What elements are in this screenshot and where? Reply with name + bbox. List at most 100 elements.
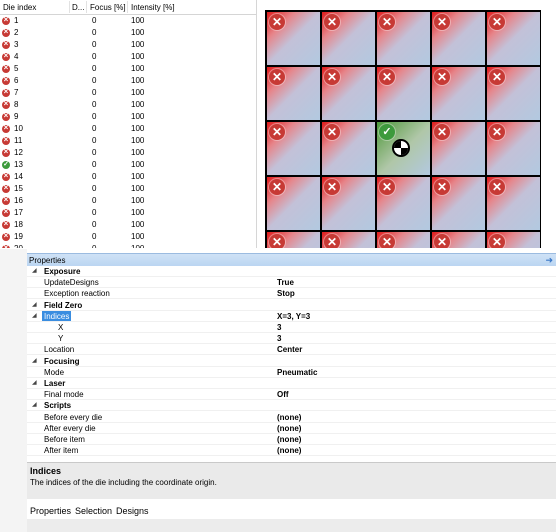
die-cell[interactable]: ✕: [377, 12, 430, 65]
table-row[interactable]: 2 0 100: [0, 27, 256, 39]
die-cell[interactable]: ✕: [267, 122, 320, 175]
die-cell[interactable]: ✕: [322, 232, 375, 248]
table-row[interactable]: 1 0 100: [0, 15, 256, 27]
die-cell[interactable]: ✕: [377, 67, 430, 120]
intensity-cell: 100: [131, 52, 145, 61]
property-value[interactable]: (none): [277, 424, 301, 433]
die-cell[interactable]: ✕: [322, 177, 375, 230]
expand-arrow-icon[interactable]: ◢: [32, 379, 37, 386]
die-cell[interactable]: ✕: [267, 177, 320, 230]
property-row[interactable]: X3: [27, 322, 556, 333]
property-value[interactable]: (none): [277, 435, 301, 444]
property-row[interactable]: Before every die (none): [27, 412, 556, 423]
property-value[interactable]: Pneumatic: [277, 368, 317, 377]
table-row[interactable]: 11 0 100: [0, 135, 256, 147]
property-category[interactable]: ◢ Field Zero: [27, 300, 556, 311]
table-row[interactable]: 6 0 100: [0, 75, 256, 87]
table-row[interactable]: 12 0 100: [0, 147, 256, 159]
property-category[interactable]: ◢ Scripts: [27, 400, 556, 412]
die-index-table[interactable]: Die index D... Focus [%] Intensity [%] 1…: [0, 0, 257, 248]
table-row[interactable]: 3 0 100: [0, 39, 256, 51]
die-cell[interactable]: ✕: [267, 12, 320, 65]
coordinate-origin-icon: [392, 139, 410, 157]
table-row[interactable]: 13 0 100: [0, 159, 256, 171]
die-cell[interactable]: ✕: [432, 232, 485, 248]
die-cell[interactable]: ✕: [487, 122, 540, 175]
property-grid[interactable]: ◢ Exposure UpdateDesigns True Exception reac…: [27, 266, 556, 462]
table-row[interactable]: 4 0 100: [0, 51, 256, 63]
die-cell[interactable]: ✕: [377, 232, 430, 248]
focus-cell: 0: [92, 124, 97, 133]
property-value[interactable]: (none): [277, 413, 301, 422]
table-row[interactable]: 9 0 100: [0, 111, 256, 123]
die-cell[interactable]: ✕: [487, 67, 540, 120]
table-row[interactable]: 15 0 100: [0, 183, 256, 195]
property-row[interactable]: Mode Pneumatic: [27, 367, 556, 378]
error-x-icon: ✕: [489, 124, 505, 140]
die-cell[interactable]: ✕: [432, 122, 485, 175]
table-row[interactable]: 7 0 100: [0, 87, 256, 99]
column-divider[interactable]: [86, 1, 87, 13]
property-value[interactable]: Off: [277, 390, 289, 399]
property-row[interactable]: After item (none): [27, 445, 556, 457]
wafer-die-map[interactable]: ✕ ✕ ✕ ✕ ✕ ✕ ✕ ✕ ✕ ✕ ✕ ✕ ✓ ✕ ✕ ✕ ✕ ✕ ✕ ✕ ✕ ✕ ✕ ✕ ✕: [265, 10, 541, 248]
table-row[interactable]: 5 0 100: [0, 63, 256, 75]
die-cell[interactable]: ✕: [377, 177, 430, 230]
property-value[interactable]: True: [277, 278, 294, 287]
column-header-d[interactable]: D...: [72, 3, 84, 12]
property-row[interactable]: Final mode Off: [27, 389, 556, 401]
die-cell[interactable]: ✕: [432, 67, 485, 120]
expand-arrow-icon[interactable]: ◢: [32, 401, 37, 408]
die-cell[interactable]: ✕: [432, 177, 485, 230]
property-category[interactable]: ◢ Laser: [27, 378, 556, 389]
table-row[interactable]: 100100: [0, 123, 256, 135]
die-cell[interactable]: ✕: [322, 12, 375, 65]
property-name: X: [58, 323, 64, 332]
property-value[interactable]: Center: [277, 345, 302, 354]
die-cell[interactable]: ✕: [322, 122, 375, 175]
property-value[interactable]: (none): [277, 446, 301, 455]
property-name: Y: [58, 334, 64, 344]
die-cell[interactable]: ✕: [487, 232, 540, 248]
table-row[interactable]: 14 0 100: [0, 171, 256, 183]
table-row[interactable]: 8 0 100: [0, 99, 256, 111]
expand-arrow-icon[interactable]: ◢: [32, 357, 37, 364]
column-header-intensity[interactable]: Intensity [%]: [131, 3, 175, 12]
property-value[interactable]: Stop: [277, 289, 295, 298]
property-row[interactable]: ◢ Indices X=3, Y=3: [27, 310, 556, 322]
property-category[interactable]: ◢ Focusing: [27, 356, 556, 367]
tab-designs[interactable]: Designs: [116, 506, 149, 516]
property-category[interactable]: ◢ Exposure: [27, 266, 556, 277]
table-row[interactable]: 19 0 100: [0, 231, 256, 243]
die-cell[interactable]: ✕: [432, 12, 485, 65]
property-row[interactable]: Before item (none): [27, 434, 556, 445]
die-cell[interactable]: ✕: [267, 67, 320, 120]
die-cell[interactable]: ✕: [267, 232, 320, 248]
property-value[interactable]: 3: [277, 323, 281, 332]
column-header-die-index[interactable]: Die index: [3, 3, 36, 12]
pin-icon[interactable]: ➜: [545, 255, 553, 266]
column-divider[interactable]: [127, 1, 128, 13]
table-row[interactable]: 18 0 100: [0, 219, 256, 231]
expand-arrow-icon[interactable]: ◢: [32, 267, 37, 274]
die-index-cell: 12: [14, 148, 23, 157]
property-row[interactable]: Exception reaction Stop: [27, 288, 556, 300]
tab-selection[interactable]: Selection: [75, 506, 112, 516]
column-header-focus[interactable]: Focus [%]: [90, 3, 126, 12]
die-cell[interactable]: ✕: [487, 177, 540, 230]
expand-arrow-icon[interactable]: ◢: [32, 312, 37, 319]
column-divider[interactable]: [69, 1, 70, 13]
property-value[interactable]: 3: [277, 334, 281, 343]
property-row[interactable]: After every die (none): [27, 423, 556, 434]
table-row[interactable]: 17 0 100: [0, 207, 256, 219]
expand-arrow-icon[interactable]: ◢: [32, 301, 37, 308]
die-cell[interactable]: ✕: [487, 12, 540, 65]
property-row[interactable]: Y3: [27, 333, 556, 345]
property-value[interactable]: X=3, Y=3: [277, 312, 310, 321]
property-row[interactable]: Location Center: [27, 344, 556, 356]
table-row[interactable]: 16 0 100: [0, 195, 256, 207]
die-cell[interactable]: ✕: [322, 67, 375, 120]
table-row[interactable]: 20 0 100: [0, 243, 256, 248]
property-row[interactable]: UpdateDesigns True: [27, 277, 556, 289]
tab-properties[interactable]: Properties: [30, 506, 71, 516]
